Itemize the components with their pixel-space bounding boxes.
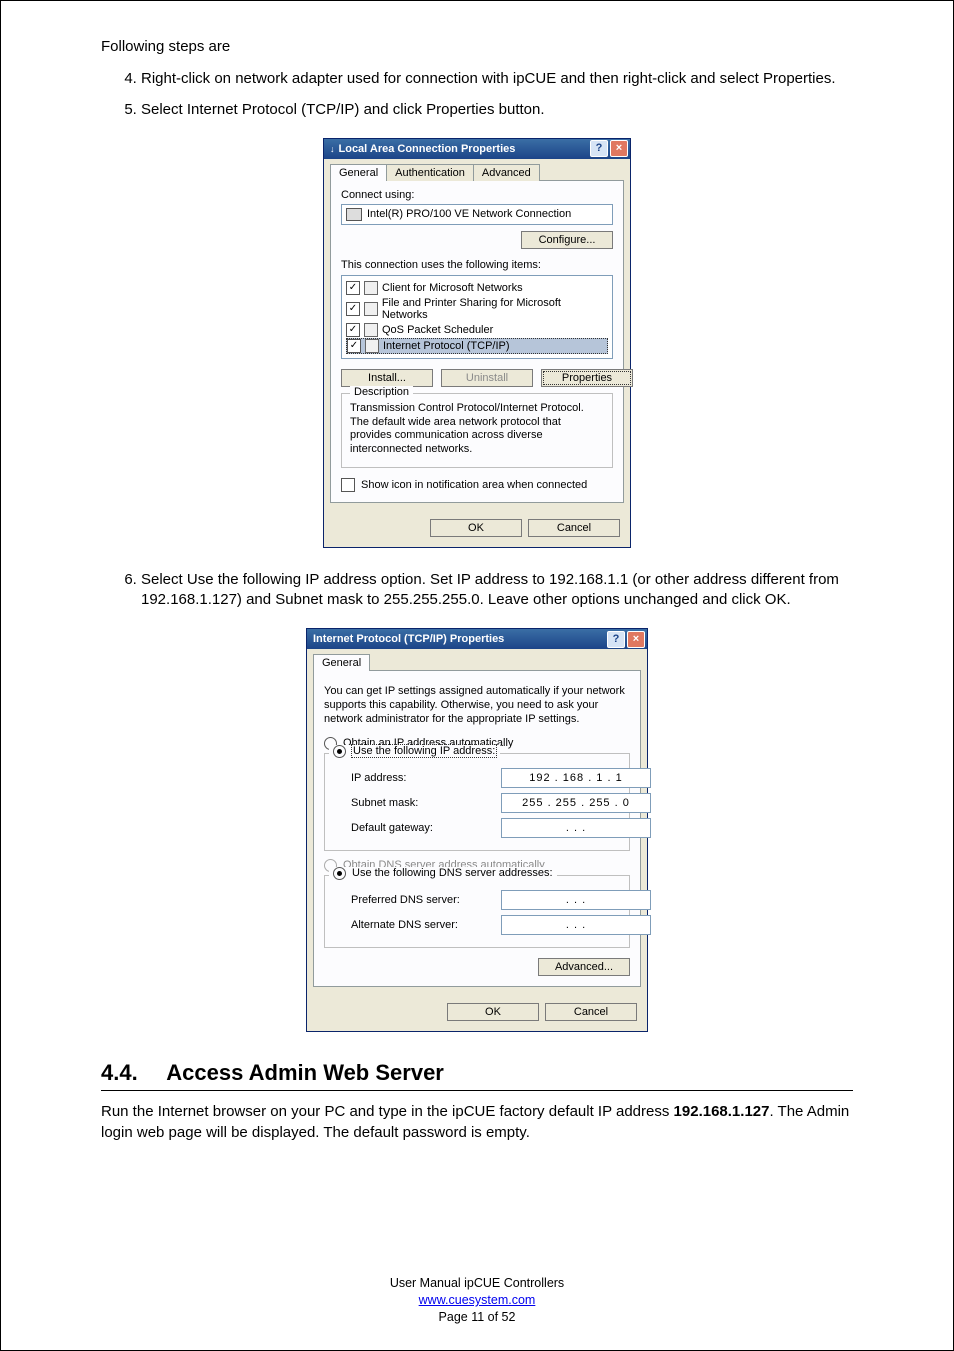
nic-icon bbox=[346, 208, 362, 221]
item-qos[interactable]: ✓QoS Packet Scheduler bbox=[346, 322, 608, 338]
component-icon bbox=[365, 339, 379, 353]
ip-group: Use the following IP address: IP address… bbox=[324, 753, 630, 851]
nic-field: Intel(R) PRO/100 VE Network Connection bbox=[341, 204, 613, 225]
radio-dns-use[interactable]: Use the following DNS server addresses: bbox=[333, 867, 553, 880]
tcpip-dialog-screenshot: Internet Protocol (TCP/IP) Properties ? … bbox=[101, 628, 853, 1031]
section-number: 4.4. bbox=[101, 1060, 161, 1086]
lan-title: Local Area Connection Properties bbox=[339, 143, 516, 155]
default-ip: 192.168.1.127 bbox=[674, 1103, 770, 1120]
pref-dns-field[interactable]: . . . bbox=[501, 890, 651, 910]
ok-button[interactable]: OK bbox=[447, 1003, 539, 1021]
gateway-label: Default gateway: bbox=[351, 822, 491, 834]
tab-general[interactable]: General bbox=[313, 654, 370, 671]
ordered-steps: Right-click on network adapter used for … bbox=[101, 69, 853, 120]
nic-name: Intel(R) PRO/100 VE Network Connection bbox=[367, 208, 571, 220]
radio-icon[interactable] bbox=[333, 867, 346, 880]
close-icon[interactable]: × bbox=[610, 140, 628, 157]
show-icon-label: Show icon in notification area when conn… bbox=[361, 479, 587, 491]
cancel-button[interactable]: Cancel bbox=[528, 519, 620, 537]
close-icon[interactable]: × bbox=[627, 631, 645, 648]
lan-dialog-screenshot: ↓ Local Area Connection Properties ? × Ge… bbox=[101, 138, 853, 548]
step-4: Right-click on network adapter used for … bbox=[141, 69, 853, 89]
lan-tabs: General Authentication Advanced bbox=[330, 163, 624, 180]
pref-dns-label: Preferred DNS server: bbox=[351, 894, 491, 906]
connect-using-label: Connect using: bbox=[341, 189, 613, 201]
tcpip-titlebar: Internet Protocol (TCP/IP) Properties ? … bbox=[307, 629, 647, 649]
properties-button[interactable]: Properties bbox=[541, 369, 633, 387]
subnet-mask-field[interactable]: 255 . 255 . 255 . 0 bbox=[501, 793, 651, 813]
checkbox-icon[interactable]: ✓ bbox=[346, 302, 360, 316]
section-paragraph: Run the Internet browser on your PC and … bbox=[101, 1101, 853, 1143]
checkbox-icon[interactable]: ✓ bbox=[346, 323, 360, 337]
component-icon bbox=[364, 302, 378, 316]
ip-desc: You can get IP settings assigned automat… bbox=[324, 685, 630, 726]
items-listbox[interactable]: ✓Client for Microsoft Networks ✓File and… bbox=[341, 275, 613, 359]
description-title: Description bbox=[350, 386, 413, 398]
description-text: Transmission Control Protocol/Internet P… bbox=[350, 402, 604, 457]
gateway-field[interactable]: . . . bbox=[501, 818, 651, 838]
checkbox-icon[interactable]: ✓ bbox=[347, 339, 361, 353]
ok-button[interactable]: OK bbox=[430, 519, 522, 537]
subnet-mask-label: Subnet mask: bbox=[351, 797, 491, 809]
radio-use-ip[interactable]: Use the following IP address: bbox=[333, 745, 496, 758]
component-icon bbox=[364, 281, 378, 295]
tab-advanced[interactable]: Advanced bbox=[473, 164, 540, 181]
ordered-steps-2: Select Use the following IP address opti… bbox=[101, 570, 853, 611]
alt-dns-field[interactable]: . . . bbox=[501, 915, 651, 935]
lan-titlebar: ↓ Local Area Connection Properties ? × bbox=[324, 139, 630, 159]
page-footer: User Manual ipCUE Controllers www.cuesys… bbox=[1, 1275, 953, 1326]
uninstall-button: Uninstall bbox=[441, 369, 533, 387]
tcpip-tabs: General bbox=[313, 653, 641, 670]
cancel-button[interactable]: Cancel bbox=[545, 1003, 637, 1021]
section-title: Access Admin Web Server bbox=[166, 1060, 444, 1085]
alt-dns-label: Alternate DNS server: bbox=[351, 919, 491, 931]
component-icon bbox=[364, 323, 378, 337]
lan-footer: OK Cancel bbox=[324, 509, 630, 547]
section-heading: 4.4. Access Admin Web Server bbox=[101, 1060, 853, 1086]
checkbox-icon[interactable]: ✓ bbox=[346, 281, 360, 295]
footer-link[interactable]: www.cuesystem.com bbox=[419, 1293, 536, 1307]
footer-manual: User Manual ipCUE Controllers bbox=[1, 1275, 953, 1292]
dns-group: Use the following DNS server addresses: … bbox=[324, 875, 630, 948]
install-button[interactable]: Install... bbox=[341, 369, 433, 387]
checkbox-icon[interactable] bbox=[341, 478, 355, 492]
item-client[interactable]: ✓Client for Microsoft Networks bbox=[346, 280, 608, 296]
show-icon-row[interactable]: Show icon in notification area when conn… bbox=[341, 478, 613, 492]
tcpip-title: Internet Protocol (TCP/IP) Properties bbox=[313, 633, 504, 645]
help-icon[interactable]: ? bbox=[590, 140, 608, 157]
intro-text: Following steps are bbox=[101, 37, 853, 57]
step-5: Select Internet Protocol (TCP/IP) and cl… bbox=[141, 100, 853, 120]
down-arrow-icon: ↓ bbox=[330, 144, 335, 154]
step-6: Select Use the following IP address opti… bbox=[141, 570, 853, 611]
configure-button[interactable]: Configure... bbox=[521, 231, 613, 249]
description-group: Description Transmission Control Protoco… bbox=[341, 393, 613, 468]
radio-icon[interactable] bbox=[333, 745, 346, 758]
help-icon[interactable]: ? bbox=[607, 631, 625, 648]
tcpip-footer: OK Cancel bbox=[307, 993, 647, 1031]
ip-address-field[interactable]: 192 . 168 . 1 . 1 bbox=[501, 768, 651, 788]
uses-items-label: This connection uses the following items… bbox=[341, 259, 613, 271]
tab-general[interactable]: General bbox=[330, 164, 387, 181]
item-fps[interactable]: ✓File and Printer Sharing for Microsoft … bbox=[346, 296, 608, 322]
ip-address-label: IP address: bbox=[351, 772, 491, 784]
item-tcpip[interactable]: ✓Internet Protocol (TCP/IP) bbox=[346, 338, 608, 354]
section-rule bbox=[101, 1090, 853, 1091]
footer-page: Page 11 of 52 bbox=[1, 1309, 953, 1326]
advanced-button[interactable]: Advanced... bbox=[538, 958, 630, 976]
tab-authentication[interactable]: Authentication bbox=[386, 164, 474, 181]
